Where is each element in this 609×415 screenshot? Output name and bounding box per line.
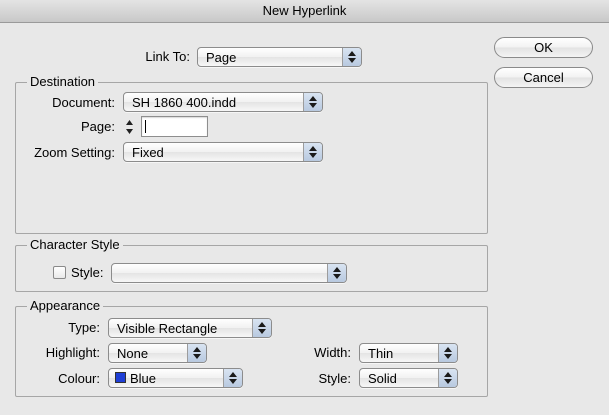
- up-down-arrows-icon: [438, 369, 457, 387]
- zoom-setting-label: Zoom Setting:: [34, 145, 115, 160]
- up-down-arrows-icon: [303, 143, 322, 161]
- line-style-popup[interactable]: Solid: [359, 368, 458, 388]
- document-label: Document:: [52, 95, 115, 110]
- type-popup[interactable]: Visible Rectangle: [108, 318, 272, 338]
- line-style-value: Solid: [368, 371, 397, 386]
- highlight-popup[interactable]: None: [108, 343, 207, 363]
- width-value: Thin: [368, 346, 394, 361]
- ok-button[interactable]: OK: [494, 37, 593, 58]
- width-label: Width:: [314, 345, 351, 360]
- style-checkbox[interactable]: [53, 266, 66, 279]
- up-down-arrows-icon: [438, 344, 457, 362]
- up-down-arrows-icon: [187, 344, 206, 362]
- width-popup[interactable]: Thin: [359, 343, 458, 363]
- colour-value: Blue: [130, 371, 157, 386]
- cancel-button[interactable]: Cancel: [494, 67, 593, 88]
- up-down-arrows-icon: [327, 264, 346, 282]
- new-hyperlink-dialog: New Hyperlink OK Cancel Link To: Page De…: [0, 0, 609, 415]
- up-down-arrows-icon: [303, 93, 322, 111]
- text-caret: [145, 120, 146, 133]
- document-value: SH 1860 400.indd: [132, 95, 237, 110]
- highlight-label: Highlight:: [45, 345, 100, 360]
- type-value: Visible Rectangle: [117, 321, 218, 336]
- character-style-legend: Character Style: [27, 237, 123, 253]
- colour-swatch: [115, 372, 126, 383]
- up-down-arrows-icon: [342, 48, 361, 66]
- up-down-arrows-icon: [223, 369, 242, 387]
- line-style-label: Style:: [318, 371, 351, 386]
- link-to-value: Page: [206, 50, 237, 65]
- up-down-arrows-icon: [252, 319, 271, 337]
- appearance-legend: Appearance: [27, 298, 104, 314]
- link-to-popup[interactable]: Page: [197, 47, 362, 67]
- page-label: Page:: [81, 119, 115, 134]
- highlight-value: None: [117, 346, 149, 361]
- window-title: New Hyperlink: [0, 0, 609, 23]
- stepper-arrows-icon: [126, 120, 133, 134]
- colour-popup[interactable]: Blue: [108, 368, 243, 388]
- type-label: Type:: [68, 320, 100, 335]
- page-stepper[interactable]: [123, 117, 136, 137]
- destination-legend: Destination: [27, 74, 99, 90]
- zoom-setting-value: Fixed: [132, 145, 164, 160]
- zoom-setting-popup[interactable]: Fixed: [123, 142, 323, 162]
- colour-label: Colour:: [58, 371, 100, 386]
- link-to-label: Link To:: [145, 49, 190, 64]
- character-style-label: Style:: [71, 265, 104, 280]
- character-style-popup[interactable]: [111, 263, 347, 283]
- page-field[interactable]: [141, 116, 208, 137]
- document-popup[interactable]: SH 1860 400.indd: [123, 92, 323, 112]
